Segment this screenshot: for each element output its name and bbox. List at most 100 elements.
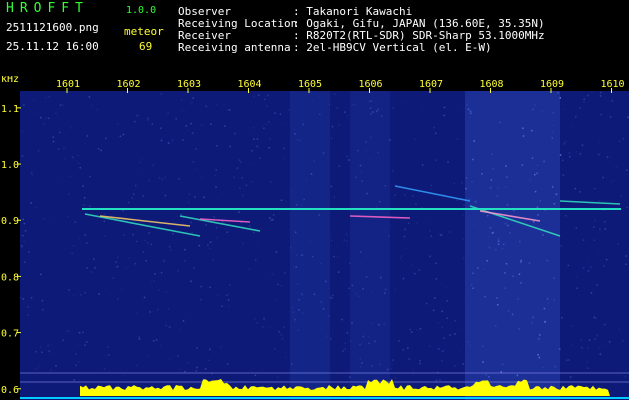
noise-dot	[221, 305, 223, 307]
noise-dot	[408, 155, 411, 157]
noise-dot	[178, 368, 181, 371]
noise-dot	[158, 176, 161, 179]
noise-dot	[47, 117, 50, 119]
noise-dot	[342, 350, 344, 352]
noise-dot	[433, 126, 435, 129]
noise-dot	[274, 112, 276, 114]
noise-dot	[600, 113, 602, 116]
noise-dot	[580, 310, 582, 312]
noise-dot	[196, 168, 198, 170]
noise-dot	[579, 191, 581, 193]
noise-dot	[107, 346, 109, 348]
header-panel: HROFFT 1.0.0 2511121600.png meteor 25.11…	[0, 0, 629, 76]
date-time: 25.11.12 16:00	[6, 40, 99, 53]
noise-dot	[62, 339, 64, 342]
noise-dot	[272, 214, 275, 216]
noise-dot	[134, 184, 137, 187]
noise-dot	[421, 108, 423, 110]
noise-dot	[55, 365, 57, 367]
noise-dot	[228, 283, 231, 286]
noise-dot	[429, 188, 432, 191]
noise-dot	[91, 281, 93, 283]
noise-dot	[22, 234, 24, 237]
noise-dot	[446, 317, 448, 319]
info-value-antenna: : 2el-HB9CV Vertical (el. E-W)	[293, 41, 492, 54]
noise-dot	[263, 150, 265, 152]
noise-dot	[207, 244, 209, 246]
noise-dot	[212, 303, 214, 305]
noise-dot	[68, 330, 70, 332]
noise-dot	[394, 289, 396, 291]
noise-dot	[256, 244, 259, 246]
noise-dot	[82, 331, 84, 334]
x-tick-label: 1605	[298, 79, 322, 90]
noise-dot	[333, 196, 335, 198]
noise-dot	[348, 287, 350, 289]
noise-dot	[242, 242, 244, 244]
noise-dot	[160, 139, 163, 142]
x-tick-label: 1601	[56, 79, 80, 90]
noise-dot	[184, 260, 186, 262]
noise-dot	[89, 205, 91, 207]
noise-dot	[570, 325, 573, 327]
noise-dot	[35, 367, 38, 370]
noise-dot	[344, 342, 346, 345]
noise-dot	[587, 347, 589, 349]
noise-dot	[229, 145, 231, 148]
noise-dot	[234, 346, 236, 349]
noise-dot	[48, 217, 50, 220]
noise-dot	[94, 267, 96, 269]
noise-band	[290, 91, 330, 400]
noise-dot	[160, 93, 162, 95]
noise-dot	[580, 346, 583, 349]
noise-dot	[270, 219, 272, 221]
noise-dot	[284, 123, 286, 125]
noise-dot	[253, 318, 256, 320]
noise-dot	[252, 127, 255, 129]
noise-dot	[181, 110, 183, 112]
noise-dot	[167, 308, 170, 310]
noise-dot	[599, 353, 602, 355]
noise-dot	[187, 362, 189, 364]
noise-dot	[42, 94, 44, 96]
noise-dot	[586, 367, 589, 369]
noise-dot	[122, 210, 124, 212]
noise-dot	[242, 138, 244, 140]
noise-dot	[569, 156, 571, 158]
noise-dot	[209, 348, 211, 351]
noise-dot	[102, 299, 105, 302]
noise-dot	[435, 278, 438, 280]
noise-dot	[66, 330, 68, 333]
file-name: 2511121600.png	[6, 21, 99, 34]
noise-dot	[215, 133, 217, 135]
noise-dot	[121, 288, 124, 290]
noise-band	[350, 91, 390, 400]
noise-dot	[280, 334, 283, 336]
noise-dot	[47, 344, 49, 347]
noise-dot	[582, 266, 585, 269]
noise-dot	[84, 344, 86, 346]
noise-dot	[590, 266, 592, 268]
noise-dot	[190, 280, 192, 282]
noise-dot	[574, 187, 577, 190]
noise-dot	[403, 239, 405, 241]
x-tick-label: 1609	[540, 79, 564, 90]
noise-dot	[88, 96, 91, 98]
y-axis-label: kHz	[1, 76, 19, 85]
noise-dot	[610, 181, 612, 183]
noise-dot	[216, 145, 218, 147]
noise-dot	[32, 289, 34, 291]
x-tick-label: 1603	[177, 79, 201, 90]
noise-dot	[160, 271, 163, 274]
noise-dot	[147, 242, 149, 244]
noise-dot	[429, 255, 431, 258]
noise-dot	[209, 247, 211, 250]
y-tick-label: 1.0	[1, 160, 19, 171]
noise-dot	[201, 176, 203, 179]
noise-dot	[208, 359, 210, 362]
noise-dot	[100, 149, 102, 152]
noise-dot	[223, 104, 226, 106]
noise-dot	[245, 346, 247, 348]
noise-dot	[117, 298, 119, 300]
noise-dot	[611, 257, 614, 259]
